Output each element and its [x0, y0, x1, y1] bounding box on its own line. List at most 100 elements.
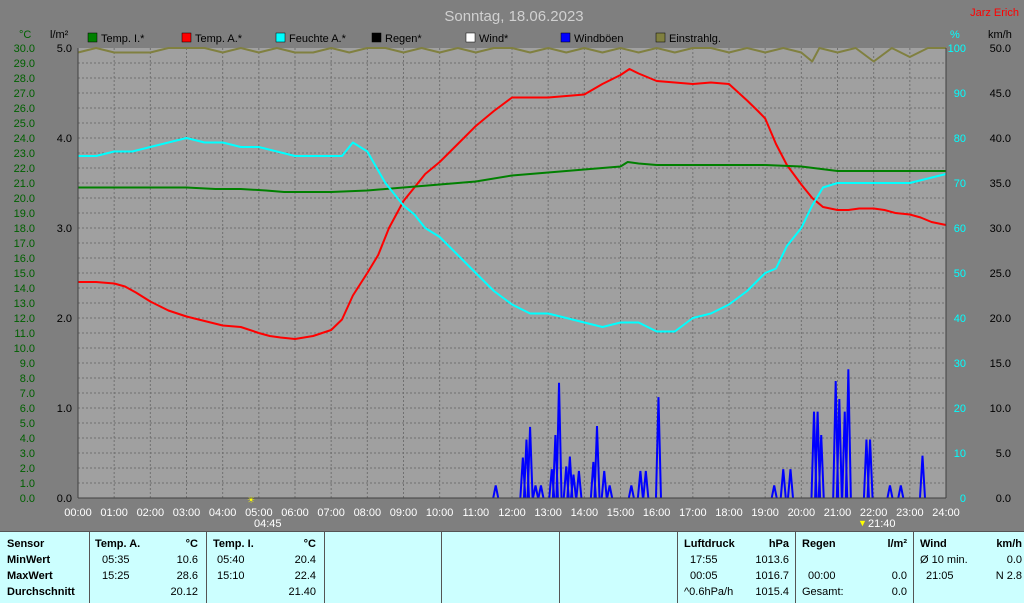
- temp-tick-label: 18.0: [14, 223, 35, 235]
- rain-tick-label: 4.0: [57, 133, 72, 145]
- wind-tick-label: 5.0: [996, 448, 1011, 460]
- temp-a-average: 20.12: [170, 586, 198, 598]
- time-tick-label: 01:00: [100, 507, 128, 519]
- wind-tick-label: 35.0: [990, 178, 1011, 190]
- row-avg-label: Durchschnitt: [7, 586, 75, 598]
- legend-label: Windböen: [574, 33, 624, 45]
- empty-column-2: [442, 532, 560, 603]
- sensor-column: Sensor MinWert MaxWert Durchschnitt: [0, 532, 90, 603]
- temp-tick-label: 8.0: [20, 373, 35, 385]
- time-tick-label: 06:00: [281, 507, 309, 519]
- time-tick-label: 12:00: [498, 507, 526, 519]
- time-tick-label: 17:00: [679, 507, 707, 519]
- wind-tick-label: 30.0: [990, 223, 1011, 235]
- legend-swatch: [87, 32, 98, 43]
- legend-label: Einstrahlg.: [669, 33, 721, 45]
- temp-tick-label: 1.0: [20, 478, 35, 490]
- legend-swatch: [371, 32, 382, 43]
- temp-outdoor-column: Temp. A. °C 05:35 10.6 15:25 28.6 20.12: [90, 532, 207, 603]
- temp-a-max-value: 28.6: [176, 570, 198, 582]
- temp-tick-label: 26.0: [14, 103, 35, 115]
- time-tick-label: 00:00: [64, 507, 92, 519]
- legend-label: Wind*: [479, 33, 509, 45]
- temp-tick-label: 4.0: [20, 433, 35, 445]
- temp-a-unit: °C: [185, 538, 198, 550]
- legend-swatch: [275, 32, 286, 43]
- temp-tick-label: 24.0: [14, 133, 35, 145]
- rain-tick-label: 2.0: [57, 313, 72, 325]
- time-tick-label: 23:00: [896, 507, 924, 519]
- temp-a-header: Temp. A.: [95, 538, 141, 550]
- time-tick-label: 21:00: [824, 507, 852, 519]
- temp-tick-label: 30.0: [14, 43, 35, 55]
- temp-tick-label: 11.0: [14, 328, 35, 340]
- temp-tick-label: 14.0: [14, 283, 35, 295]
- wind-tick-label: 40.0: [990, 133, 1011, 145]
- rain-tick-label: 5.0: [57, 43, 72, 55]
- row-min-label: MinWert: [7, 554, 51, 566]
- rain-tick-label: 3.0: [57, 223, 72, 235]
- temp-tick-label: 23.0: [14, 148, 35, 160]
- brand-label: Jarz Erich: [970, 7, 1019, 19]
- temp-tick-label: 27.0: [14, 88, 35, 100]
- weather-chart-screen: Sonntag, 18.06.2023 Jarz Erich °C l/m² %…: [0, 0, 1024, 603]
- temp-tick-label: 22.0: [14, 163, 35, 175]
- temp-tick-label: 20.0: [14, 193, 35, 205]
- time-tick-label: 18:00: [715, 507, 743, 519]
- humidity-tick-label: 80: [954, 133, 966, 145]
- rain-axis-unit: l/m²: [50, 29, 69, 41]
- temp-tick-label: 7.0: [20, 388, 35, 400]
- wind-tick-label: 45.0: [990, 88, 1011, 100]
- time-tick-label: 13:00: [534, 507, 562, 519]
- rain-max-time: 00:00: [808, 570, 836, 582]
- rain-column: Regen l/m² 00:00 0.0 Gesamt: 0.0: [796, 532, 914, 603]
- rain-header: Regen: [802, 538, 836, 550]
- time-tick-label: 09:00: [390, 507, 418, 519]
- legend-label: Temp. I.*: [101, 33, 145, 45]
- time-tick-label: 02:00: [137, 507, 165, 519]
- time-tick-label: 10:00: [426, 507, 454, 519]
- temp-tick-label: 13.0: [14, 298, 35, 310]
- humidity-tick-label: 50: [954, 268, 966, 280]
- legend-label: Regen*: [385, 33, 422, 45]
- temp-tick-label: 10.0: [14, 343, 35, 355]
- temp-tick-label: 3.0: [20, 448, 35, 460]
- humidity-tick-label: 0: [960, 493, 966, 505]
- sunrise-time: 04:45: [254, 518, 282, 530]
- temp-i-average: 21.40: [288, 586, 316, 598]
- humidity-tick-label: 90: [954, 88, 966, 100]
- chart-title: Sonntag, 18.06.2023: [444, 8, 583, 25]
- temp-tick-label: 21.0: [14, 178, 35, 190]
- rain-max-value: 0.0: [891, 570, 907, 582]
- time-tick-label: 24:00: [932, 507, 960, 519]
- row-max-label: MaxWert: [7, 570, 53, 582]
- pressure-max-time: 00:05: [690, 570, 718, 582]
- temp-i-min-value: 20.4: [294, 554, 316, 566]
- legend-swatch: [655, 32, 666, 43]
- temp-i-max-value: 22.4: [294, 570, 316, 582]
- wind-max-time: 21:05: [926, 570, 954, 582]
- temp-tick-label: 16.0: [14, 253, 35, 265]
- time-tick-label: 11:00: [462, 507, 489, 519]
- pressure-unit: hPa: [768, 538, 789, 550]
- legend-label: Temp. A.*: [195, 33, 243, 45]
- temp-a-max-time: 15:25: [102, 570, 130, 582]
- sensor-header: Sensor: [7, 538, 45, 550]
- humidity-tick-label: 60: [954, 223, 966, 235]
- legend-label: Feuchte A.*: [289, 33, 347, 45]
- temp-a-min-value: 10.6: [176, 554, 198, 566]
- humidity-tick-label: 10: [954, 448, 966, 460]
- wind-tick-label: 25.0: [990, 268, 1011, 280]
- wind-average-value: 0.0: [1006, 554, 1022, 566]
- temp-tick-label: 17.0: [14, 238, 35, 250]
- rain-tick-label: 0.0: [57, 493, 72, 505]
- temp-tick-label: 5.0: [20, 418, 35, 430]
- pressure-min-time: 17:55: [690, 554, 718, 566]
- wind-tick-label: 10.0: [990, 403, 1011, 415]
- rain-tick-label: 1.0: [57, 403, 72, 415]
- temp-tick-label: 12.0: [14, 313, 35, 325]
- humidity-tick-label: 100: [948, 43, 966, 55]
- sunset-icon: ▼: [858, 518, 867, 528]
- humidity-tick-label: 20: [954, 403, 966, 415]
- wind-tick-label: 50.0: [990, 43, 1011, 55]
